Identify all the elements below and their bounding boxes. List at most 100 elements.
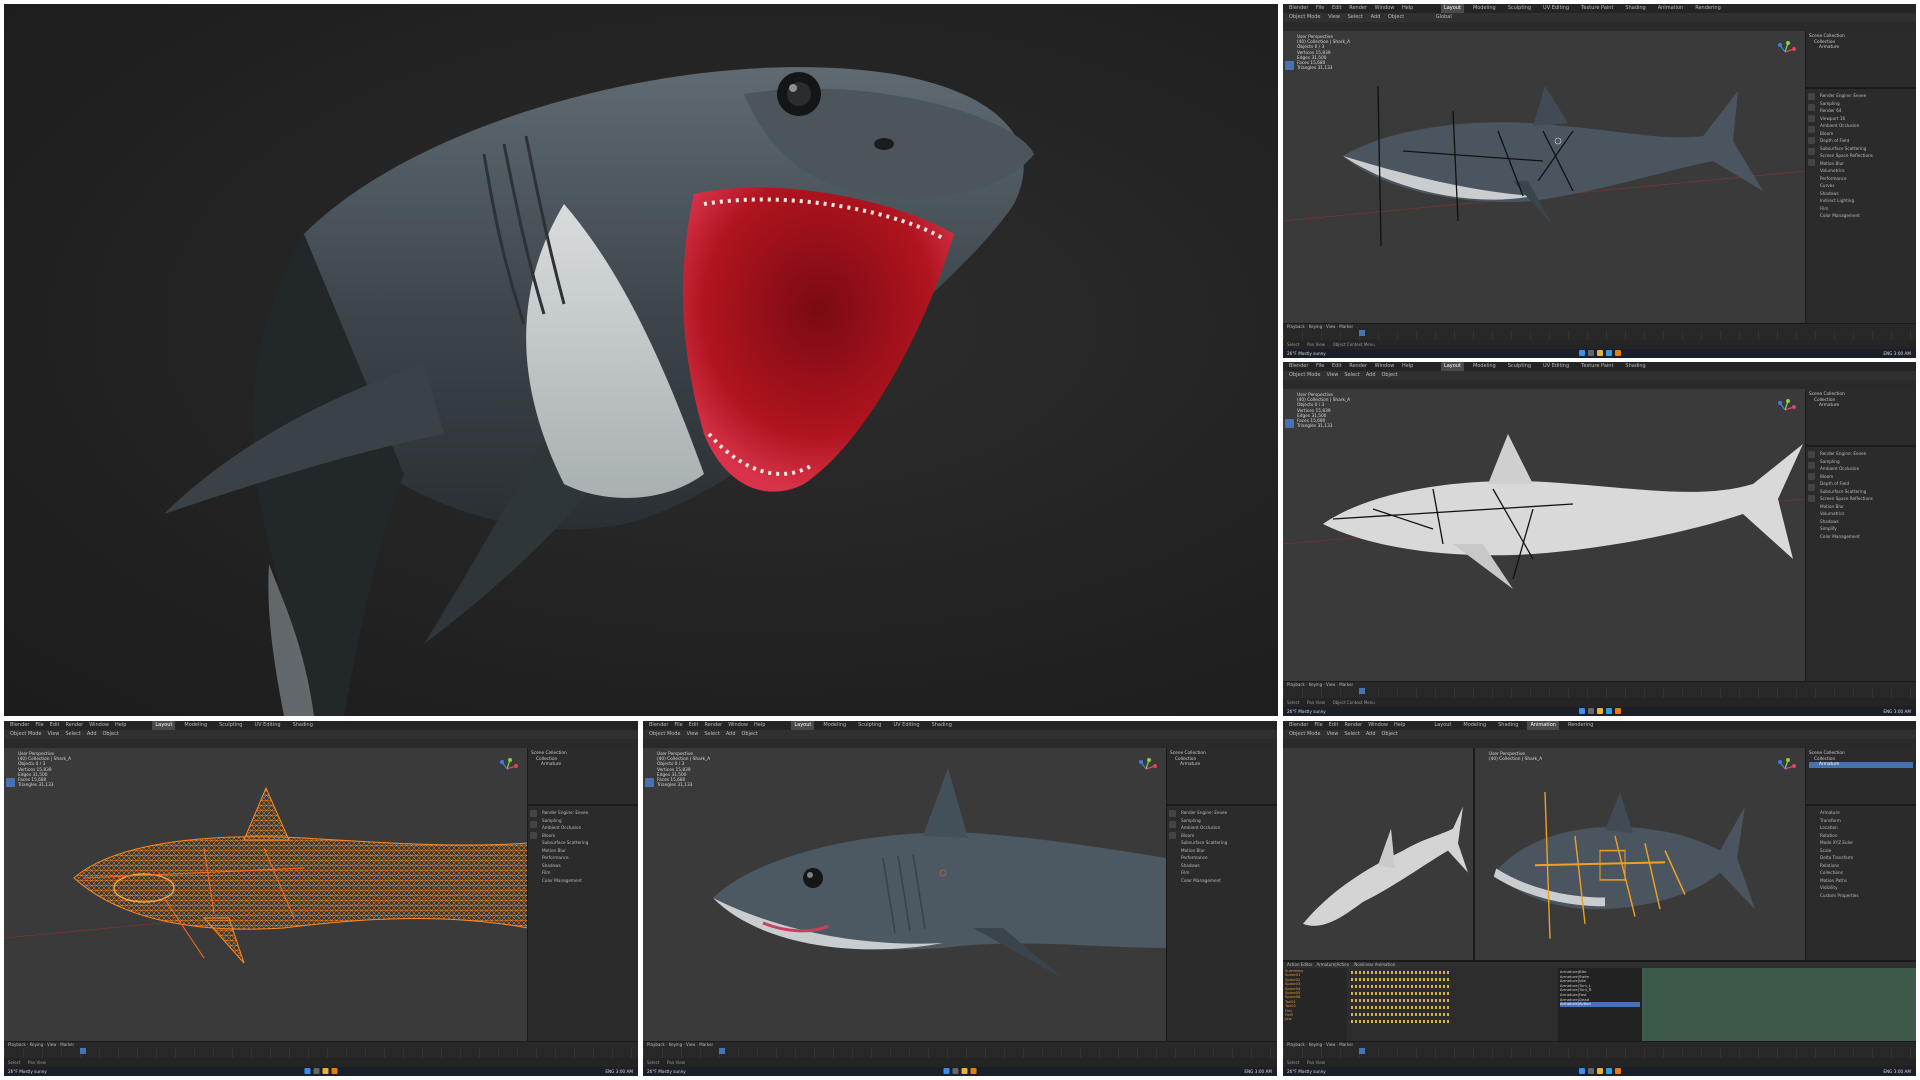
weather-widget[interactable]: 26°F Mostly sunny bbox=[1287, 1067, 1326, 1076]
render-tab-icon[interactable] bbox=[1808, 462, 1815, 469]
prop-curves[interactable]: Curves bbox=[1820, 182, 1913, 190]
menu-file[interactable]: File bbox=[1314, 722, 1322, 728]
menu-view[interactable]: View bbox=[687, 731, 699, 737]
editor-type[interactable]: Action Editor bbox=[1287, 962, 1313, 967]
menu-edit[interactable]: Edit bbox=[1329, 722, 1339, 728]
keyframe-row[interactable] bbox=[1351, 992, 1451, 995]
mode-select[interactable]: Object Mode bbox=[1289, 14, 1321, 20]
keyframe-row[interactable] bbox=[1351, 985, 1451, 988]
taskbar-clock[interactable]: ENG 3:00 AM bbox=[1883, 1067, 1911, 1076]
tab-shading[interactable]: Shading bbox=[1622, 4, 1648, 13]
view-layer-tab-icon[interactable] bbox=[1808, 126, 1815, 133]
menu-help[interactable]: Help bbox=[1402, 363, 1413, 369]
object-name-field[interactable]: Armature bbox=[1820, 809, 1913, 817]
menu-view[interactable]: View bbox=[48, 731, 60, 737]
keyframe-area[interactable] bbox=[1347, 968, 1558, 1042]
outliner-item-armature[interactable]: Armature bbox=[1809, 45, 1913, 51]
prop-scale[interactable]: Scale bbox=[1820, 847, 1913, 855]
tab-uv-editing[interactable]: UV Editing bbox=[890, 721, 922, 730]
prop-bloom[interactable]: Bloom bbox=[1820, 473, 1913, 481]
outliner-item-armature[interactable]: Armature bbox=[531, 762, 635, 768]
prop-shadows[interactable]: Shadows bbox=[1181, 862, 1274, 870]
menu-render[interactable]: Render bbox=[1349, 363, 1367, 369]
blender-icon[interactable] bbox=[1614, 708, 1621, 714]
prop-sampling[interactable]: Sampling bbox=[1181, 817, 1274, 825]
menu-render[interactable]: Render bbox=[65, 722, 83, 728]
weather-widget[interactable]: 26°F Mostly sunny bbox=[1287, 707, 1326, 716]
prop-sampling[interactable]: Sampling bbox=[542, 817, 635, 825]
prop-ao[interactable]: Ambient Occlusion bbox=[1820, 465, 1913, 473]
timeline[interactable]: Playback · Keying · View · Marker bbox=[1283, 681, 1916, 698]
search-icon[interactable] bbox=[1587, 1068, 1594, 1074]
windows-start-icon[interactable] bbox=[943, 1068, 950, 1074]
search-icon[interactable] bbox=[952, 1068, 959, 1074]
prop-visibility[interactable]: Visibility bbox=[1820, 884, 1913, 892]
timeline[interactable]: Playback · Keying · View · Marker bbox=[4, 1041, 638, 1058]
tab-modeling[interactable]: Modeling bbox=[1460, 721, 1489, 730]
prop-viewport-samples[interactable]: Viewport 16 bbox=[1820, 115, 1913, 123]
outliner-item-armature[interactable]: Armature bbox=[1809, 762, 1913, 768]
edge-icon[interactable] bbox=[1605, 708, 1612, 714]
keyframe-row[interactable] bbox=[1351, 1013, 1451, 1016]
prop-sss[interactable]: Subsurface Scattering bbox=[542, 839, 635, 847]
tab-shading[interactable]: Shading bbox=[1622, 362, 1648, 371]
tab-animation[interactable]: Animation bbox=[1655, 4, 1687, 13]
windows-start-icon[interactable] bbox=[304, 1068, 311, 1074]
prop-volumetrics[interactable]: Volumetrics bbox=[1820, 167, 1913, 175]
prop-ssr[interactable]: Screen Space Reflections bbox=[1820, 152, 1913, 160]
tab-modeling[interactable]: Modeling bbox=[820, 721, 849, 730]
menu-file[interactable]: File bbox=[674, 722, 682, 728]
prop-film[interactable]: Film bbox=[1820, 205, 1913, 213]
keyframe-row[interactable] bbox=[1351, 978, 1451, 981]
object-tab-icon[interactable] bbox=[1808, 159, 1815, 166]
weather-widget[interactable]: 26°F Mostly sunny bbox=[1287, 349, 1326, 358]
mode-select[interactable]: Object Mode bbox=[649, 731, 681, 737]
prop-render-engine[interactable]: Render Engine: Eevee bbox=[1820, 92, 1913, 100]
timeline-ruler[interactable] bbox=[1283, 1048, 1916, 1058]
outliner-item-armature[interactable]: Armature bbox=[1170, 762, 1274, 768]
prop-indirect-lighting[interactable]: Indirect Lighting bbox=[1820, 197, 1913, 205]
output-tab-icon[interactable] bbox=[530, 821, 537, 828]
render-tab-icon[interactable] bbox=[530, 810, 537, 817]
tool-tab-icon[interactable] bbox=[1808, 93, 1815, 100]
menu-window[interactable]: Window bbox=[1375, 5, 1395, 11]
windows-start-icon[interactable] bbox=[1578, 708, 1585, 714]
timeline-ruler[interactable] bbox=[643, 1048, 1277, 1058]
windows-start-icon[interactable] bbox=[1578, 1068, 1585, 1074]
outliner[interactable]: Scene Collection Collection Armature bbox=[1806, 31, 1916, 89]
menu-edit[interactable]: Edit bbox=[1332, 5, 1342, 11]
tab-modeling[interactable]: Modeling bbox=[181, 721, 210, 730]
playhead[interactable] bbox=[1359, 688, 1365, 694]
prop-bloom[interactable]: Bloom bbox=[1820, 130, 1913, 138]
tab-texture-paint[interactable]: Texture Paint bbox=[1578, 362, 1616, 371]
prop-film[interactable]: Film bbox=[542, 869, 635, 877]
prop-bloom[interactable]: Bloom bbox=[1181, 832, 1274, 840]
menu-object[interactable]: Object bbox=[1382, 731, 1398, 737]
prop-render-engine[interactable]: Render Engine: Eevee bbox=[1181, 809, 1274, 817]
action-selector[interactable]: Armature|Action bbox=[1316, 962, 1349, 967]
tab-uv-editing[interactable]: UV Editing bbox=[1540, 4, 1572, 13]
edge-icon[interactable] bbox=[1605, 350, 1612, 356]
prop-sss[interactable]: Subsurface Scattering bbox=[1820, 488, 1913, 496]
prop-color-management[interactable]: Color Management bbox=[1820, 533, 1913, 541]
menu-select[interactable]: Select bbox=[704, 731, 719, 737]
explorer-icon[interactable] bbox=[322, 1068, 329, 1074]
tab-layout[interactable]: Layout bbox=[791, 721, 815, 730]
blender-icon[interactable] bbox=[970, 1068, 977, 1074]
explorer-icon[interactable] bbox=[1596, 708, 1603, 714]
keyframe-row[interactable] bbox=[1351, 971, 1451, 974]
prop-collections[interactable]: Collections bbox=[1820, 869, 1913, 877]
prop-ao[interactable]: Ambient Occlusion bbox=[542, 824, 635, 832]
search-icon[interactable] bbox=[1587, 350, 1594, 356]
prop-delta-transform[interactable]: Delta Transform bbox=[1820, 854, 1913, 862]
scene-tab-icon[interactable] bbox=[530, 832, 537, 839]
menu-help[interactable]: Help bbox=[754, 722, 765, 728]
explorer-icon[interactable] bbox=[1596, 1068, 1603, 1074]
transform-orientation[interactable]: Global bbox=[1436, 14, 1452, 20]
world-tab-icon[interactable] bbox=[1808, 148, 1815, 155]
3d-viewport[interactable]: User Perspective (40) Collection | Shark_… bbox=[4, 748, 528, 1042]
windows-start-icon[interactable] bbox=[1578, 350, 1585, 356]
prop-color-management[interactable]: Color Management bbox=[1181, 877, 1274, 885]
tab-shading[interactable]: Shading bbox=[929, 721, 955, 730]
prop-dof[interactable]: Depth of Field bbox=[1820, 480, 1913, 488]
